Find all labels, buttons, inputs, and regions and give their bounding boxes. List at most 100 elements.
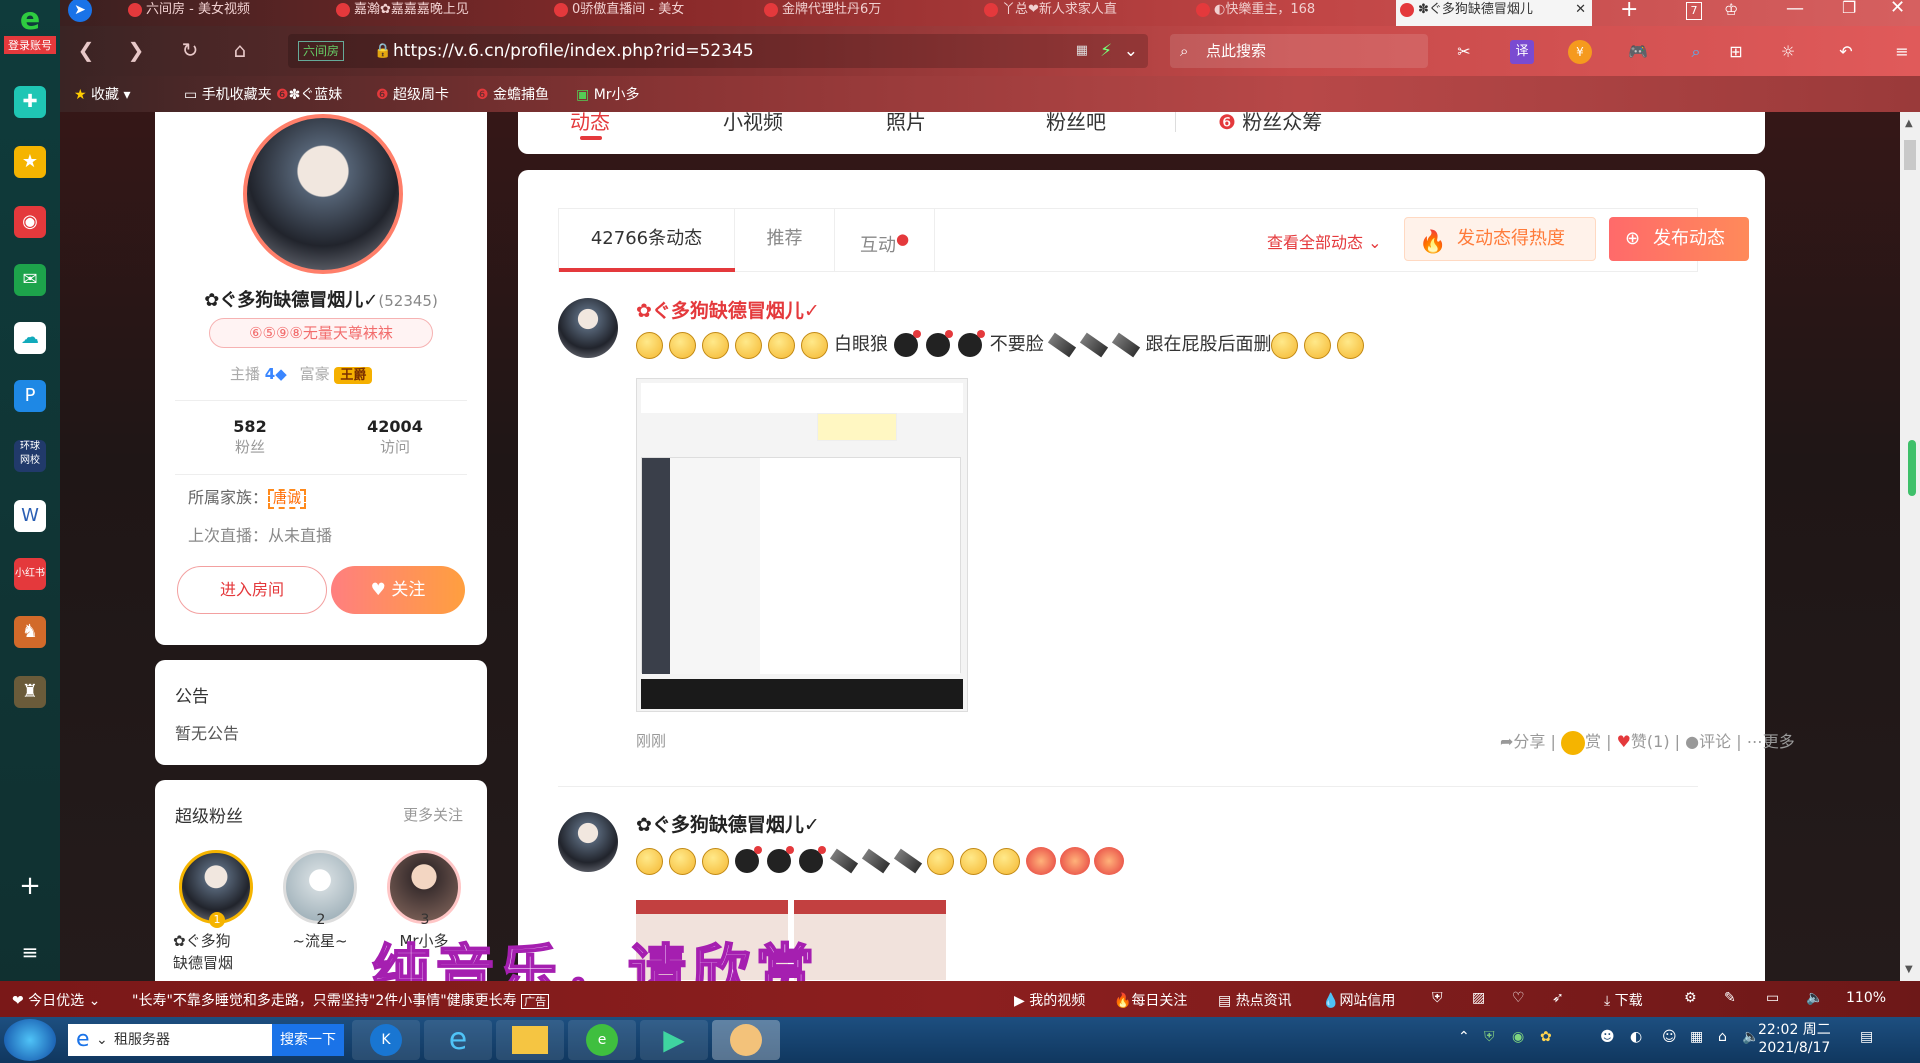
qr-icon[interactable]: ▦	[1076, 34, 1088, 68]
family-badge[interactable]: 唐诚	[268, 489, 307, 509]
tab-short-video[interactable]: 小视频	[723, 112, 783, 135]
green-plus-icon[interactable]: ✚	[14, 86, 46, 118]
tray-lock-icon[interactable]: ⌂	[1718, 1029, 1727, 1045]
fans-stat[interactable]: 582 粉丝	[215, 417, 285, 457]
game-icon[interactable]: ♞	[14, 616, 46, 648]
tab-3[interactable]: 0骄傲直播间 - 美女	[550, 0, 750, 26]
post-avatar[interactable]	[558, 298, 618, 358]
network-icon[interactable]: ▦	[1690, 1029, 1703, 1045]
tray-qq-icon[interactable]: ☻	[1600, 1029, 1615, 1045]
taskbar-app-player[interactable]: ▶	[640, 1020, 708, 1060]
taskbar-app-ie[interactable]: e	[424, 1020, 492, 1060]
tab-count[interactable]: 7	[1686, 2, 1702, 20]
star-icon[interactable]: ★	[14, 146, 46, 178]
tab-photos[interactable]: 照片	[886, 112, 926, 135]
tab-dynamics[interactable]: 动态	[570, 112, 610, 135]
magnifier-icon[interactable]: ⌕	[1684, 40, 1708, 64]
page-scrollbar[interactable]: ▲ ▼	[1900, 112, 1920, 981]
scroll-down-icon[interactable]: ▼	[1905, 964, 1913, 975]
taskbar-app-folder[interactable]	[496, 1020, 564, 1060]
back-icon[interactable]: ❮	[72, 36, 100, 64]
bolt-icon[interactable]: ⚡	[1100, 34, 1112, 68]
tab-2[interactable]: 嘉瀚✿嘉嘉嘉晚上见	[332, 0, 532, 26]
scissors-icon[interactable]: ✂	[1452, 40, 1476, 64]
tab-6[interactable]: ◐快樂重主，168	[1192, 0, 1392, 26]
close-window-icon[interactable]: ✕	[1890, 0, 1905, 18]
start-button[interactable]	[4, 1019, 56, 1061]
grid-icon[interactable]: ⊞	[1724, 40, 1748, 64]
sidebar-menu-icon[interactable]: ≡	[14, 936, 46, 968]
reward-action[interactable]: 赏	[1560, 730, 1601, 755]
tab-active[interactable]: ✽ぐ多狗缺德冒烟儿 ✕	[1396, 0, 1592, 26]
tab-4[interactable]: 金牌代理牡丹6万	[760, 0, 960, 26]
tray-user-icon[interactable]: ◐	[1630, 1029, 1642, 1045]
today-picks[interactable]: ❤ 今日优选 ⌄	[12, 990, 100, 1010]
post-avatar[interactable]	[558, 812, 618, 872]
tray-app-icon[interactable]: ◉	[1512, 1029, 1524, 1045]
view-all-dropdown[interactable]: 查看全部动态 ⌄	[1267, 229, 1382, 253]
tray-chat-icon[interactable]: ✿	[1540, 1029, 1552, 1045]
brightness-icon[interactable]: ☼	[1776, 40, 1800, 64]
share-action[interactable]: ➦分享	[1500, 732, 1545, 751]
word-doc-icon[interactable]: W	[14, 500, 46, 532]
tray-qq2-icon[interactable]: ☺	[1662, 1029, 1677, 1045]
taskbar-search-input[interactable]: e ⌄ 租服务器	[68, 1024, 272, 1056]
more-action[interactable]: ⋯更多	[1747, 732, 1795, 751]
restore-icon[interactable]: ❐	[1842, 0, 1856, 17]
bookmark-mrxiaoduo[interactable]: ▣ Mr小多	[576, 84, 640, 104]
translate-icon[interactable]: 译	[1510, 40, 1534, 64]
follow-button[interactable]: ♥ 关注	[331, 566, 465, 614]
forward-icon[interactable]: ❯	[122, 36, 150, 64]
coin-icon[interactable]: ¥	[1568, 40, 1592, 64]
comment-action[interactable]: ●评论	[1685, 732, 1731, 751]
bookmark-favorites[interactable]: ★ 收藏 ▾	[74, 84, 131, 104]
shield-icon[interactable]: ⛨	[1432, 990, 1443, 1006]
post-author[interactable]: ✿ぐ多狗缺德冒烟儿✓	[636, 810, 820, 837]
hot-post-button[interactable]: 🔥 发动态得热度	[1404, 217, 1596, 261]
tab-recommend[interactable]: 推荐	[735, 209, 835, 271]
bookmark-mobile[interactable]: ▭ 手机收藏夹	[184, 84, 272, 104]
edit-icon[interactable]: ✎	[1724, 990, 1736, 1006]
clock[interactable]: 22:02 周二 2021/8/17	[1758, 1021, 1831, 1057]
globe-news-icon[interactable]: 环球 网校	[14, 440, 46, 472]
download-link[interactable]: ⤓ 下载	[1604, 990, 1643, 1010]
gamepad-icon[interactable]: 🎮	[1626, 40, 1650, 64]
window-icon[interactable]: ▭	[1766, 990, 1779, 1006]
bookmark-fishing[interactable]: ❻ 金蟾捕鱼	[476, 84, 549, 104]
post-author[interactable]: ✿ぐ多狗缺德冒烟儿✓	[636, 296, 820, 323]
tray-shield-icon[interactable]: ⛨	[1484, 1029, 1495, 1045]
side-scroll-indicator[interactable]	[1908, 440, 1916, 496]
undo-icon[interactable]: ↶	[1834, 40, 1858, 64]
rocket-icon[interactable]: ➶	[1552, 990, 1564, 1006]
cloud-icon[interactable]: ☁	[14, 322, 46, 354]
tab-dynamic-count[interactable]: 42766条动态	[559, 209, 735, 271]
scroll-thumb[interactable]	[1904, 140, 1916, 170]
tab-interact[interactable]: 互动●	[835, 209, 935, 271]
castle-game-icon[interactable]: ♜	[14, 676, 46, 708]
volume-icon[interactable]: 🔈	[1806, 990, 1823, 1006]
post-image[interactable]	[636, 378, 968, 712]
bookmark-weekly-card[interactable]: ❻ 超级周卡	[376, 84, 449, 104]
home-icon[interactable]: ⌂	[226, 36, 254, 64]
image-icon[interactable]: ▨	[1472, 990, 1485, 1006]
daily-follow-link[interactable]: 🔥每日关注	[1114, 990, 1187, 1010]
more-follow-link[interactable]: 更多关注	[403, 804, 463, 825]
tab-1[interactable]: 六间房 - 美女视频	[124, 0, 324, 26]
weibo-icon[interactable]: ◉	[14, 206, 46, 238]
ticker-news[interactable]: "长寿"不靠多睡觉和多走路，只需坚持"2件小事情"健康更长寿 广告	[132, 990, 550, 1010]
taskbar-app-k[interactable]: K	[352, 1020, 420, 1060]
p-icon[interactable]: P	[14, 380, 46, 412]
scroll-up-icon[interactable]: ▲	[1905, 118, 1913, 129]
add-app-icon[interactable]: +	[14, 870, 46, 902]
new-tab-button[interactable]: +	[1620, 0, 1638, 22]
superfan-name-2[interactable]: ~流星~	[283, 930, 357, 951]
bookmark-lanmei[interactable]: ❻✽ぐ蓝妹	[276, 84, 342, 104]
shirt-icon[interactable]: ♔	[1724, 0, 1738, 19]
refresh-icon[interactable]: ↻	[176, 36, 204, 64]
tray-up-icon[interactable]: ⌃	[1458, 1029, 1470, 1045]
site-credit-link[interactable]: 💧网站信用	[1322, 990, 1395, 1010]
heartbeat-icon[interactable]: ♡	[1512, 990, 1525, 1006]
my-video-link[interactable]: ▶ 我的视频	[1014, 990, 1085, 1010]
publish-button[interactable]: ⊕ 发布动态	[1609, 217, 1749, 261]
superfan-name-1[interactable]: ✿ぐ多狗 缺德冒烟	[173, 930, 263, 974]
